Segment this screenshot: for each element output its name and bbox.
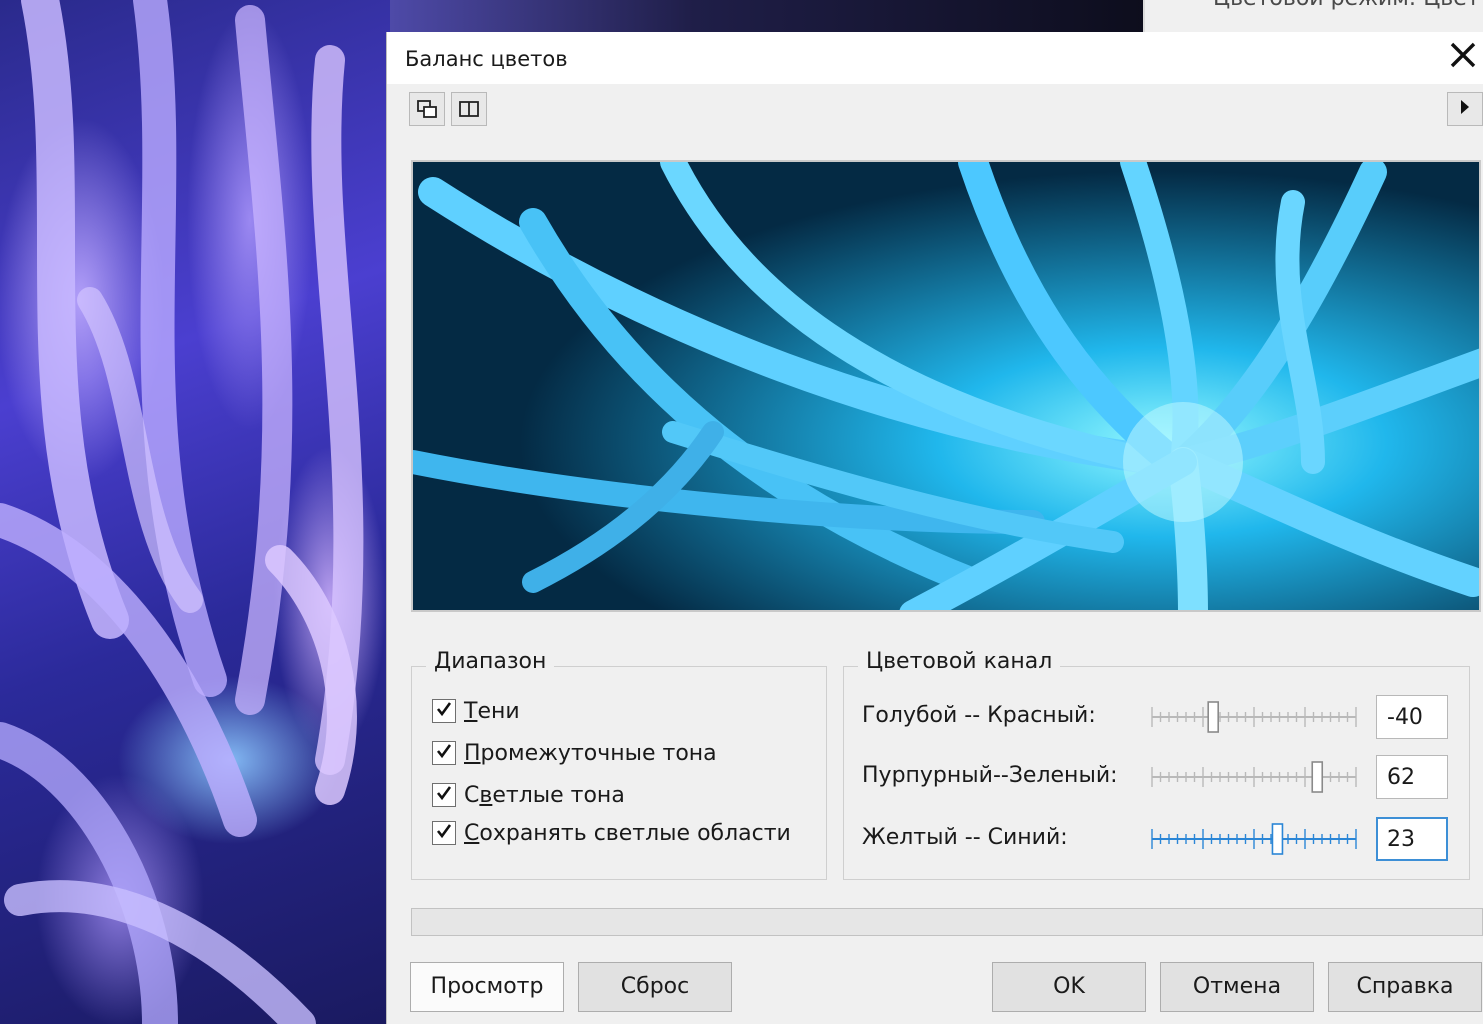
slider-thumb[interactable] — [1271, 823, 1284, 855]
highlights-checkbox[interactable] — [432, 783, 456, 807]
background-photo — [0, 0, 390, 1024]
cyan-red-row: Голубой -- Красный: -40 — [862, 695, 1452, 739]
magenta-green-label: Пурпурный--Зеленый: — [862, 763, 1118, 788]
range-legend: Диапазон — [426, 649, 555, 674]
slider-thumb[interactable] — [1207, 701, 1220, 733]
shadows-checkbox-row[interactable]: Тени — [432, 697, 520, 725]
split-view-icon — [458, 99, 480, 119]
magenta-green-value[interactable]: 62 — [1376, 755, 1448, 799]
dialog-titlebar: Баланс цветов — [387, 32, 1483, 84]
color-balance-dialog: Баланс цветов Диапазон Тени Промежуточны… — [386, 32, 1483, 1024]
preview-button[interactable]: Просмотр — [410, 962, 564, 1012]
color-channel-group: Цветовой канал Голубой -- Красный: -40 П… — [843, 649, 1470, 880]
midtones-checkbox-row[interactable]: Промежуточные тона — [432, 739, 717, 767]
slider-track[interactable] — [1146, 821, 1362, 857]
midtones-label: Промежуточные тона — [464, 740, 717, 766]
dialog-title: Баланс цветов — [405, 47, 568, 71]
checkmark-icon — [435, 700, 453, 722]
slider-track[interactable] — [1146, 759, 1362, 795]
background-slide-strip — [390, 0, 1150, 32]
yellow-blue-row: Желтый -- Синий: 23 — [862, 817, 1452, 861]
preserve-highlights-label: Сохранять светлые области — [464, 820, 791, 846]
color-channel-legend: Цветовой канал — [858, 649, 1061, 674]
cyan-red-slider[interactable] — [1146, 699, 1362, 735]
highlights-label: Светлые тона — [464, 782, 625, 808]
cancel-button[interactable]: Отмена — [1160, 962, 1314, 1012]
shadows-checkbox[interactable] — [432, 699, 456, 723]
shadows-label: Тени — [464, 698, 520, 724]
slider-thumb[interactable] — [1311, 761, 1324, 793]
magenta-green-row: Пурпурный--Зеленый: 62 — [862, 755, 1452, 799]
midtones-checkbox[interactable] — [432, 741, 456, 765]
compare-view-button[interactable] — [409, 92, 445, 126]
progress-bar — [411, 908, 1483, 936]
play-right-icon — [1459, 99, 1471, 119]
preview-image — [411, 160, 1481, 612]
checkmark-icon — [435, 742, 453, 764]
expand-panel-button[interactable] — [1447, 92, 1483, 126]
yellow-blue-label: Желтый -- Синий: — [862, 825, 1068, 850]
highlights-checkbox-row[interactable]: Светлые тона — [432, 781, 625, 809]
reset-button[interactable]: Сброс — [578, 962, 732, 1012]
checkmark-icon — [435, 784, 453, 806]
checkmark-icon — [435, 822, 453, 844]
preserve-highlights-checkbox-row[interactable]: Сохранять светлые области — [432, 819, 791, 847]
preserve-highlights-checkbox[interactable] — [432, 821, 456, 845]
color-mode-text: Цветовой режим: Цвет — [1213, 0, 1480, 11]
ok-button[interactable]: OK — [992, 962, 1146, 1012]
help-button[interactable]: Справка — [1328, 962, 1482, 1012]
status-strip: Цветовой режим: Цвет — [1143, 0, 1483, 32]
two-panes-overlap-icon — [416, 99, 438, 119]
close-icon — [1449, 38, 1477, 78]
range-group: Диапазон Тени Промежуточные тона Светлые… — [411, 649, 827, 880]
cyan-red-label: Голубой -- Красный: — [862, 703, 1096, 728]
split-view-button[interactable] — [451, 92, 487, 126]
close-button[interactable] — [1443, 38, 1483, 78]
yellow-blue-value[interactable]: 23 — [1376, 817, 1448, 861]
yellow-blue-slider[interactable] — [1146, 821, 1362, 857]
magenta-green-slider[interactable] — [1146, 759, 1362, 795]
slider-track[interactable] — [1146, 699, 1362, 735]
cyan-red-value[interactable]: -40 — [1376, 695, 1448, 739]
